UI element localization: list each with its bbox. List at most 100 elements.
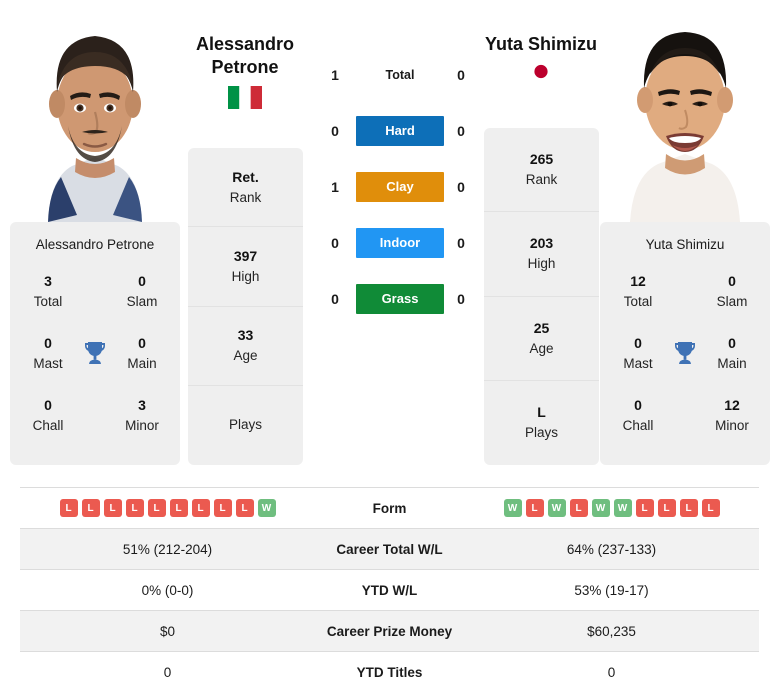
h2h-score-left-total: 1 (331, 67, 339, 83)
rank-value-rank-right: 265 (529, 151, 554, 168)
player-name-left-line2: Petrone (211, 57, 279, 77)
table-row: 0 YTD Titles 0 (20, 651, 759, 692)
rank-label-rank-left: Rank (229, 189, 262, 205)
form-badge-loss[interactable]: L (635, 499, 654, 517)
table-cell-left: $0 (159, 623, 176, 639)
table-cell-right: $60,235 (587, 623, 636, 639)
form-badge-win[interactable]: W (613, 499, 632, 517)
table-row: 0% (0-0) YTD W/L 53% (19-17) (20, 569, 759, 610)
rank-label-high-left: High (231, 268, 260, 284)
h2h-score-right-indoor: 0 (457, 235, 465, 251)
titles-card-left: Alessandro Petrone 3 Total 0 Slam 0 Mast… (10, 222, 180, 465)
h2h-score-left-clay: 1 (331, 179, 339, 195)
table-cell-left: 51% (212-204) (122, 541, 213, 557)
form-badge-loss[interactable]: L (235, 499, 254, 517)
surface-button-grass[interactable]: Grass (356, 284, 444, 314)
titles-card-left-name: Alessandro Petrone (35, 237, 155, 252)
table-row-label: YTD Titles (356, 664, 423, 680)
titles-total-right: 12 Total (623, 273, 653, 309)
titles-minor-left: 3 Minor (125, 397, 159, 433)
h2h-row-total: 1 Total 0 (322, 60, 474, 90)
table-cell-right: 53% (19-17) (574, 582, 649, 598)
rank-value-high-left: 397 (233, 247, 258, 264)
form-strip-right: WLWLWWLLLL (464, 499, 759, 517)
table-cell-right: 0 (607, 664, 616, 680)
form-badge-loss[interactable]: L (213, 499, 232, 517)
player-name-right-line1: Yuta Shimizu (484, 34, 598, 54)
table-cell-left: 0 (163, 664, 172, 680)
table-row-label: Career Total W/L (336, 541, 443, 557)
titles-slam-right: 0 Slam (716, 273, 748, 309)
rank-row-rank-right: 265 Rank (484, 128, 599, 213)
form-badge-loss[interactable]: L (59, 499, 78, 517)
titles-row-total-slam-left: 3 Total 0 Slam (10, 270, 180, 332)
titles-mast-right: 0 Mast (623, 335, 653, 371)
h2h-score-right-total: 0 (457, 67, 465, 83)
form-badge-loss[interactable]: L (147, 499, 166, 517)
h2h-row-grass: 0 Grass 0 (322, 284, 474, 314)
table-row: $0 Career Prize Money $60,235 (20, 610, 759, 651)
titles-row-mast-main-left: 0 Mast 0 Main (10, 332, 180, 394)
table-row-label: Form (372, 500, 407, 516)
rank-row-plays-left: Plays (188, 386, 303, 465)
titles-main-right: 0 Main (717, 335, 747, 371)
flag-japan-wrap (446, 60, 636, 83)
head-to-head-column: 1 Total 0 0 Hard 0 1 Clay 0 0 Indoor 0 0 Grass 0 (322, 60, 474, 340)
player-comparison-page: Alessandro Petrone Yuta Shimizu 1 Total 0 0… (0, 0, 779, 699)
form-badge-loss[interactable]: L (191, 499, 210, 517)
titles-card-right-name: Yuta Shimizu (645, 237, 725, 252)
titles-row-mast-main-right: 0 Mast 0 Main (600, 332, 770, 394)
form-strip-left: LLLLLLLLLW (20, 499, 315, 517)
table-row-label: YTD W/L (361, 582, 418, 598)
form-badge-loss[interactable]: L (81, 499, 100, 517)
h2h-score-left-indoor: 0 (331, 235, 339, 251)
titles-row-chall-minor-right: 0 Chall 12 Minor (600, 394, 770, 456)
player-name-right[interactable]: Yuta Shimizu (446, 33, 636, 56)
form-badge-loss[interactable]: L (169, 499, 188, 517)
rank-label-age-right: Age (529, 340, 554, 356)
titles-slam-left: 0 Slam (126, 273, 158, 309)
form-badge-loss[interactable]: L (569, 499, 588, 517)
titles-row-total-slam-right: 12 Total 0 Slam (600, 270, 770, 332)
rank-label-age-left: Age (233, 348, 258, 364)
form-badge-loss[interactable]: L (701, 499, 720, 517)
rank-value-plays-right: L (537, 404, 546, 421)
titles-chall-right: 0 Chall (622, 397, 654, 433)
form-badge-loss[interactable]: L (103, 499, 122, 517)
rank-label-plays-left: Plays (228, 417, 262, 433)
player-name-left[interactable]: Alessandro Petrone (150, 33, 340, 79)
rank-value-age-left: 33 (237, 327, 254, 344)
rank-row-high-right: 203 High (484, 212, 599, 297)
form-badge-win[interactable]: W (547, 499, 566, 517)
form-badge-win[interactable]: W (591, 499, 610, 517)
rank-row-plays-right: L Plays (484, 381, 599, 465)
flag-italy-wrap (150, 86, 340, 109)
ranking-card-right: 265 Rank 203 High 25 Age L Plays (484, 128, 599, 465)
h2h-score-right-clay: 0 (457, 179, 465, 195)
form-badge-loss[interactable]: L (679, 499, 698, 517)
rank-label-rank-right: Rank (525, 172, 558, 188)
player-name-left-line1: Alessandro (195, 34, 295, 54)
surface-button-total: Total (385, 68, 415, 82)
rank-row-high-left: 397 High (188, 227, 303, 307)
h2h-row-hard: 0 Hard 0 (322, 116, 474, 146)
form-badge-loss[interactable]: L (125, 499, 144, 517)
h2h-row-clay: 1 Clay 0 (322, 172, 474, 202)
rank-row-age-right: 25 Age (484, 297, 599, 381)
rank-value-rank-left: Ret. (232, 168, 259, 185)
rank-value-age-right: 25 (533, 319, 550, 336)
titles-chall-left: 0 Chall (32, 397, 64, 433)
ranking-card-left: Ret. Rank 397 High 33 Age Plays (188, 148, 303, 465)
h2h-score-right-hard: 0 (457, 123, 465, 139)
flag-italy-icon (228, 86, 262, 109)
h2h-score-right-grass: 0 (457, 291, 465, 307)
form-badge-loss[interactable]: L (525, 499, 544, 517)
surface-button-hard[interactable]: Hard (356, 116, 444, 146)
form-badge-win[interactable]: W (503, 499, 522, 517)
surface-button-clay[interactable]: Clay (356, 172, 444, 202)
form-badge-loss[interactable]: L (657, 499, 676, 517)
table-row: 51% (212-204) Career Total W/L 64% (237-13… (20, 528, 759, 569)
rank-row-rank-left: Ret. Rank (188, 148, 303, 228)
form-badge-win[interactable]: W (257, 499, 276, 517)
surface-button-indoor[interactable]: Indoor (356, 228, 444, 258)
